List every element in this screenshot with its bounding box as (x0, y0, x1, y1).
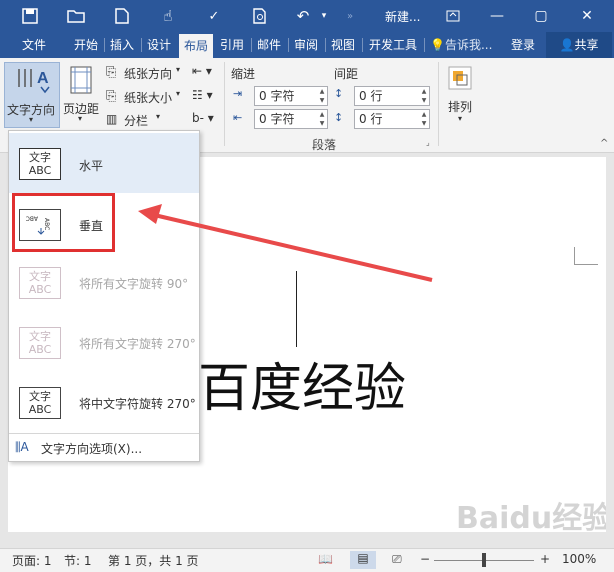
print-layout-icon[interactable]: ▤ (350, 551, 376, 569)
annotation-arrow (138, 204, 433, 282)
zoom-in-icon[interactable]: + (540, 552, 550, 566)
zoom-level[interactable]: 100% (562, 552, 596, 566)
page-count[interactable]: 第 1 页，共 1 页 (108, 552, 199, 569)
status-bar: 页面: 1 节: 1 第 1 页，共 1 页 📖 ▤ ⎚ − + 100% (0, 548, 614, 572)
section-indicator[interactable]: 节: 1 (64, 552, 92, 569)
zoom-out-icon[interactable]: − (420, 552, 430, 566)
web-layout-icon[interactable]: ⎚ (392, 552, 402, 567)
read-mode-icon[interactable]: 📖 (318, 552, 333, 566)
page-indicator[interactable]: 页面: 1 (12, 552, 52, 569)
zoom-slider-thumb[interactable] (482, 553, 486, 567)
